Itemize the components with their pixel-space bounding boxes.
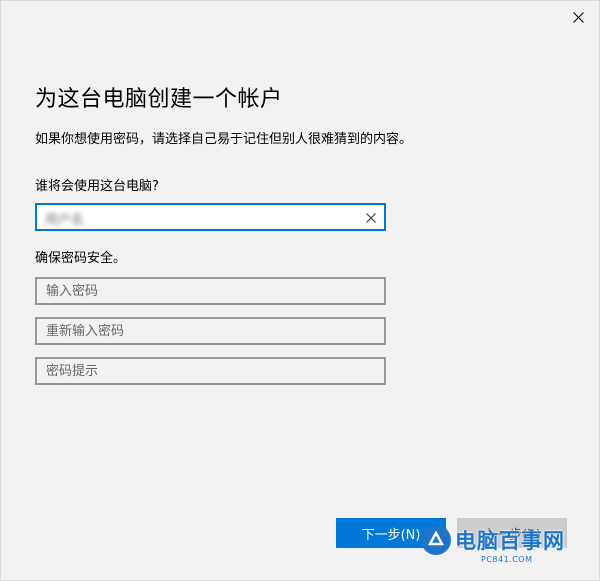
reenter-password-input[interactable] <box>37 319 384 343</box>
clear-text-button[interactable] <box>364 211 378 225</box>
password-field-wrapper <box>35 277 386 305</box>
back-button[interactable]: 上一步(B) <box>457 518 567 548</box>
page-title: 为这台电脑创建一个帐户 <box>35 87 283 112</box>
clear-icon <box>366 213 376 223</box>
password-input[interactable] <box>37 279 384 303</box>
watermark-url: PC841.COM <box>481 555 533 564</box>
username-value: 用户名 <box>45 213 85 228</box>
username-field[interactable]: 用户名 <box>35 203 386 231</box>
reenter-password-field-wrapper <box>35 317 386 345</box>
title-bar <box>1 1 600 33</box>
close-button[interactable] <box>555 1 600 33</box>
password-hint-field-wrapper <box>35 357 386 385</box>
create-account-dialog: 为这台电脑创建一个帐户 如果你想使用密码，请选择自己易于记住但别人很难猜到的内容… <box>0 0 600 581</box>
who-will-use-label: 谁将会使用这台电脑? <box>35 179 159 194</box>
next-button[interactable]: 下一步(N) <box>336 518 446 548</box>
password-section-label: 确保密码安全。 <box>35 251 127 266</box>
password-hint-input[interactable] <box>37 359 384 383</box>
page-subtitle: 如果你想使用密码，请选择自己易于记住但别人很难猜到的内容。 <box>35 132 413 147</box>
close-icon <box>572 11 584 23</box>
